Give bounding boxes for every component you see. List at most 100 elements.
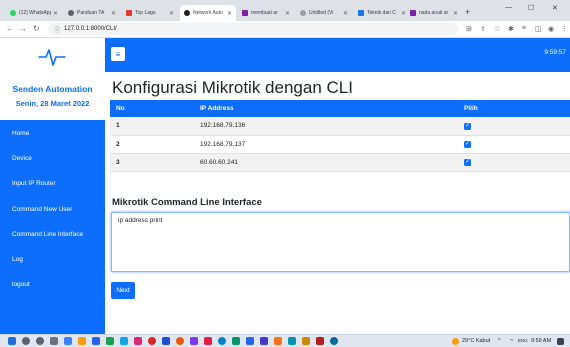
column-header-pilih: Pilih (458, 100, 570, 117)
current-date: Senin, 28 Maret 2022 (15, 99, 90, 108)
column-header-no: No (110, 100, 194, 117)
file-explorer-icon[interactable] (78, 337, 86, 345)
network-icon[interactable]: ⌔ (509, 338, 514, 345)
sidepanel-icon[interactable]: ◫ (535, 25, 542, 33)
extensions-icon[interactable]: ✱ (508, 25, 514, 33)
app-icon[interactable] (204, 337, 212, 345)
app-icon[interactable] (106, 337, 114, 345)
app-icon[interactable] (260, 337, 268, 345)
table-header-row: No IP Address Pilih (110, 100, 570, 117)
row-number: 2 (110, 135, 194, 154)
weather-icon (452, 338, 459, 345)
app-icon[interactable] (134, 337, 142, 345)
browser-tab-top-lagu[interactable]: Top Lagu ✕ (122, 5, 178, 21)
minimize-button[interactable]: — (505, 4, 512, 11)
sidebar-item-home[interactable]: Home (0, 121, 105, 146)
star-icon[interactable]: ☆ (494, 25, 500, 33)
reading-list-icon[interactable]: ≡ (522, 25, 526, 32)
youtube-icon (126, 10, 132, 16)
app-icon[interactable] (162, 337, 170, 345)
row-number: 1 (110, 117, 194, 136)
taskbar-clock[interactable]: 9:59 AM (531, 338, 551, 344)
reload-icon[interactable]: ↻ (33, 24, 40, 33)
app-icon[interactable] (246, 337, 254, 345)
sidebar-item-log[interactable]: Log (0, 247, 105, 272)
app-icon[interactable] (330, 337, 338, 345)
next-button[interactable]: Next (111, 282, 135, 299)
sidebar-item-command-line-interface[interactable]: Command Line Interface (0, 222, 105, 247)
row-select-cell: ✓ (458, 135, 570, 154)
taskbar: 29°C Kabut ^ ⌔ ENG 9:59 AM (0, 334, 570, 347)
store-icon[interactable] (92, 337, 100, 345)
table-row: 2 192.168.79.137 ✓ (110, 135, 570, 154)
browser-tab-panduan[interactable]: Panduan TA ✕ (64, 5, 120, 21)
close-icon[interactable]: ✕ (343, 10, 348, 17)
row-select-cell: ✓ (458, 153, 570, 172)
notification-icon[interactable] (557, 338, 564, 345)
app-icon[interactable] (288, 337, 296, 345)
info-icon[interactable]: ⓘ (54, 25, 60, 34)
tray-chevron-icon[interactable]: ^ (498, 338, 501, 344)
row-select-checkbox[interactable]: ✓ (464, 159, 471, 166)
whatsapp-icon (10, 10, 16, 16)
maximize-button[interactable]: ☐ (528, 4, 534, 12)
back-icon[interactable]: ← (6, 24, 14, 33)
weather-text[interactable]: 29°C Kabut (462, 338, 490, 344)
language-indicator[interactable]: ENG (518, 338, 528, 343)
close-icon[interactable]: ✕ (169, 10, 174, 17)
forward-icon[interactable]: → (19, 24, 27, 33)
task-view-icon[interactable] (50, 337, 58, 345)
row-select-checkbox[interactable]: ✓ (464, 141, 471, 148)
profile-icon[interactable]: ◉ (548, 25, 554, 33)
app-icon[interactable] (218, 337, 226, 345)
globe-icon (184, 10, 190, 16)
browser-tab-untitled[interactable]: Untitled (Vi ✕ (296, 5, 352, 21)
close-icon[interactable]: ✕ (453, 10, 458, 17)
close-icon[interactable]: ✕ (285, 10, 290, 17)
window-close-button[interactable]: ✕ (552, 4, 558, 12)
menu-icon[interactable]: ⋮ (561, 25, 568, 33)
browser-tab-membuat[interactable]: membuat ar ✕ (238, 5, 294, 21)
browser-tab-network-auto[interactable]: Network Auto ✕ (180, 5, 236, 21)
row-select-cell: ✓ (458, 117, 570, 136)
cortana-icon[interactable] (36, 337, 44, 345)
start-icon[interactable] (8, 337, 16, 345)
share-icon[interactable]: ⇪ (480, 25, 486, 33)
pulse-logo-icon (38, 49, 66, 66)
cli-command-input[interactable]: ip address print (111, 212, 570, 272)
app-icon[interactable] (232, 337, 240, 345)
app-icon[interactable] (190, 337, 198, 345)
search-icon[interactable] (22, 337, 30, 345)
table-row: 1 192.168.79.136 ✓ (110, 117, 570, 136)
sidebar-toggle-button[interactable]: ≡ (111, 47, 125, 61)
sidebar-item-input-ip-router[interactable]: Input IP Router (0, 171, 105, 196)
app-icon[interactable] (148, 337, 156, 345)
browser-tab-nada[interactable]: nada anak ar ✕ (406, 5, 462, 21)
page-title: Konfigurasi Mikrotik dengan CLI (112, 78, 353, 97)
brand-name: Senden Automation (12, 84, 93, 94)
row-select-checkbox[interactable]: ✓ (464, 122, 471, 130)
row-ip-address: 192.168.79.136 (194, 117, 458, 136)
url-text: 127.0.0.1:8000/CLI/ (64, 26, 117, 32)
app-icon[interactable] (316, 337, 324, 345)
app-icon (242, 10, 248, 16)
app-icon[interactable] (120, 337, 128, 345)
browser-tab-strip: (12) WhatsApp ✕ Panduan TA ✕ Top Lagu ✕ … (0, 0, 570, 21)
browser-tab-teknik[interactable]: Teknik dan C ✕ (354, 5, 410, 21)
app-icon[interactable] (176, 337, 184, 345)
sidebar-item-command-new-user[interactable]: Command New User (0, 197, 105, 222)
widgets-icon[interactable] (64, 337, 72, 345)
sidebar-item-device[interactable]: Device (0, 146, 105, 171)
translate-icon[interactable]: ⊞ (466, 25, 472, 33)
address-bar[interactable]: ⓘ 127.0.0.1:8000/CLI/ (48, 23, 458, 35)
browser-tab-whatsapp[interactable]: (12) WhatsApp ✕ (6, 5, 62, 21)
sidebar: Senden Automation Senin, 28 Maret 2022 H… (0, 38, 105, 334)
close-icon[interactable]: ✕ (111, 10, 116, 17)
close-icon[interactable]: ✕ (53, 10, 58, 17)
app-icon[interactable] (274, 337, 282, 345)
globe-icon (300, 10, 306, 16)
close-icon[interactable]: ✕ (227, 10, 232, 17)
app-icon[interactable] (302, 337, 310, 345)
new-tab-button[interactable]: + (465, 7, 470, 17)
sidebar-item-logout[interactable]: logout (0, 272, 105, 297)
